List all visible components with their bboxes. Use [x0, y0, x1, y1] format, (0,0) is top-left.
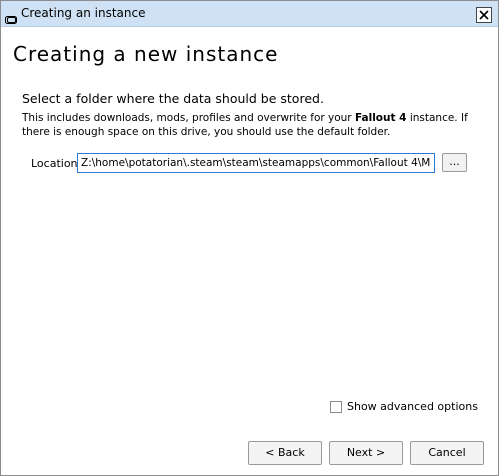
- page-subtitle: Select a folder where the data should be…: [22, 91, 324, 106]
- advanced-options-label: Show advanced options: [347, 400, 478, 413]
- next-button[interactable]: Next >: [329, 441, 403, 465]
- page-title: Creating a new instance: [13, 42, 279, 66]
- location-input[interactable]: [77, 153, 435, 173]
- back-button[interactable]: < Back: [248, 441, 322, 465]
- title-bar: Creating an instance: [1, 1, 498, 27]
- window-title: Creating an instance: [21, 6, 146, 20]
- cancel-button[interactable]: Cancel: [410, 441, 484, 465]
- game-name: Fallout 4: [354, 112, 407, 124]
- dialog-window: Creating an instance Creating a new inst…: [0, 0, 499, 476]
- location-label: Location: [31, 157, 78, 170]
- close-button[interactable]: [476, 7, 492, 23]
- checkbox-box[interactable]: [330, 401, 342, 413]
- description-text: This includes downloads, mods, profiles …: [22, 112, 482, 139]
- window-icon: [5, 9, 17, 24]
- browse-button[interactable]: ...: [442, 153, 467, 172]
- description-part-1: This includes downloads, mods, profiles …: [22, 112, 355, 124]
- close-icon: [479, 10, 489, 20]
